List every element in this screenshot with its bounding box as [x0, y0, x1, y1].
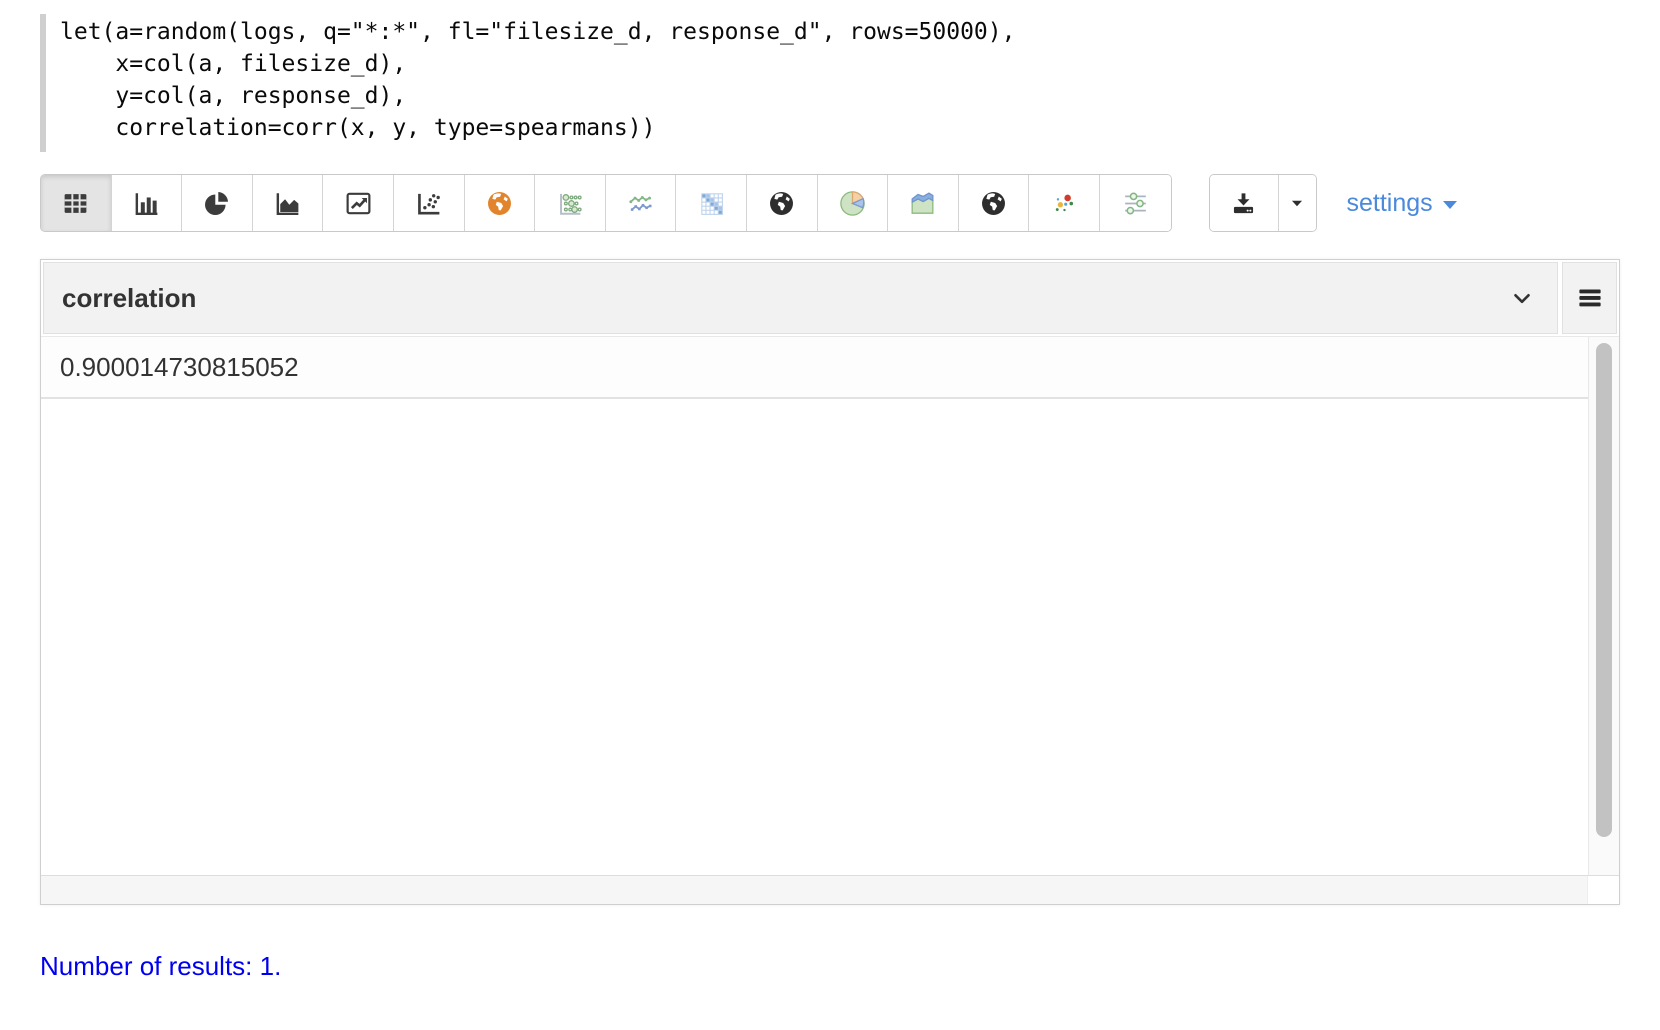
column-header-label: correlation [62, 283, 1509, 314]
table-rows: 0.900014730815052 [41, 337, 1588, 399]
viz-button-heatmap-grid[interactable] [676, 175, 747, 231]
globe-dark-icon [979, 189, 1008, 218]
heatmap-grid-icon [697, 189, 726, 218]
viz-button-map-globe-dark[interactable] [747, 175, 818, 231]
code-line: y=col(a, response_d), [60, 80, 1620, 112]
viz-button-scatter-colored[interactable] [1029, 175, 1100, 231]
settings-caret-icon [1443, 201, 1457, 209]
globe-orange-icon [485, 189, 514, 218]
viz-button-bar-chart[interactable] [112, 175, 183, 231]
code-editor[interactable]: let(a=random(logs, q="*:*", fl="filesize… [40, 14, 1620, 152]
viz-button-area-chart[interactable] [253, 175, 324, 231]
visualization-toolbar: settings [40, 174, 1620, 232]
pie-chart-icon [202, 189, 231, 218]
scatter-colored-icon [1050, 189, 1079, 218]
caret-down-icon [1286, 192, 1308, 214]
viz-button-pie-chart[interactable] [182, 175, 253, 231]
line-chart-icon [344, 189, 373, 218]
pie-colored-icon [837, 188, 868, 219]
settings-label: settings [1347, 189, 1433, 218]
download-icon [1230, 190, 1257, 217]
bubble-grid-icon [555, 189, 584, 218]
viz-button-map-globe-orange[interactable] [465, 175, 536, 231]
code-text: let(a=random(logs, q="*:*", fl="filesize… [60, 16, 1620, 144]
table-body: 0.900014730815052 [41, 336, 1619, 875]
table-footer [41, 875, 1619, 904]
scrollbar-corner [1587, 876, 1619, 904]
hamburger-icon [1575, 283, 1605, 313]
export-button-group [1209, 174, 1317, 232]
sliders-icon [1120, 188, 1151, 219]
paragraph: let(a=random(logs, q="*:*", fl="filesize… [0, 0, 1660, 982]
horizontal-scrollbar[interactable] [41, 876, 1587, 904]
bar-chart-icon [132, 189, 161, 218]
code-line: correlation=corr(x, y, type=spearmans)) [60, 112, 1620, 144]
column-header-correlation[interactable]: correlation [43, 262, 1558, 334]
multi-line-icon [626, 189, 655, 218]
viz-button-pie-colored[interactable] [818, 175, 889, 231]
chevron-down-icon[interactable] [1509, 285, 1535, 311]
scatter-plot-icon [414, 189, 443, 218]
viz-button-group [40, 174, 1172, 232]
table-icon [61, 189, 90, 218]
vertical-scrollbar[interactable] [1588, 337, 1619, 875]
viz-button-area-colored[interactable] [888, 175, 959, 231]
download-button[interactable] [1210, 175, 1279, 231]
table-cell: 0.900014730815052 [41, 352, 299, 383]
viz-button-range-sliders[interactable] [1100, 175, 1171, 231]
globe-dark-icon [767, 189, 796, 218]
table-menu-button[interactable] [1562, 262, 1617, 334]
area-colored-icon [907, 188, 938, 219]
viz-button-scatter-plot[interactable] [394, 175, 465, 231]
table-header-row: correlation [41, 260, 1619, 336]
results-count-text: Number of results: 1. [40, 951, 1620, 982]
code-line: let(a=random(logs, q="*:*", fl="filesize… [60, 16, 1620, 48]
area-chart-icon [273, 189, 302, 218]
result-table-panel: correlation 0.900014730815052 [40, 259, 1620, 905]
viz-button-map-globe-dark-2[interactable] [959, 175, 1030, 231]
viz-button-line-chart[interactable] [323, 175, 394, 231]
settings-link[interactable]: settings [1347, 189, 1457, 218]
vertical-scrollbar-thumb[interactable] [1596, 343, 1612, 837]
viz-button-table[interactable] [41, 175, 112, 231]
viz-button-bubble-grid[interactable] [535, 175, 606, 231]
table-row: 0.900014730815052 [41, 337, 1588, 399]
viz-button-multi-series-line[interactable] [606, 175, 677, 231]
download-options-button[interactable] [1279, 175, 1316, 231]
code-line: x=col(a, filesize_d), [60, 48, 1620, 80]
